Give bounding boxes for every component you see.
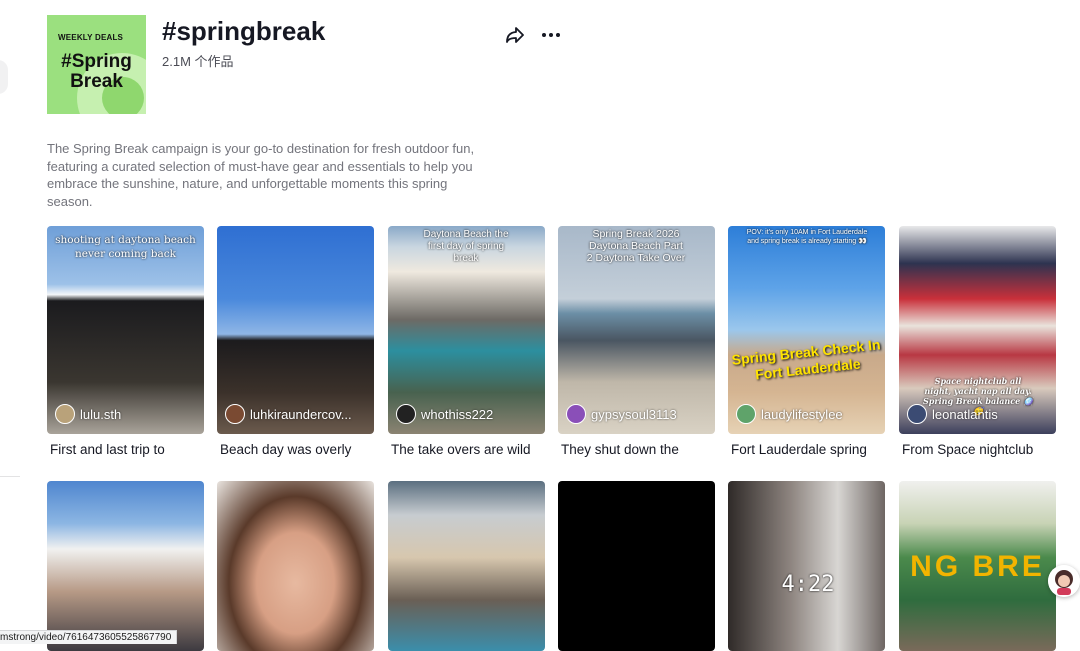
video-count: 2.1M 个作品 <box>162 54 234 69</box>
hashtag-description: The Spring Break campaign is your go-to … <box>47 141 475 209</box>
author-avatar <box>225 404 245 424</box>
video-overlay-text: Spring Break 2026 Daytona Beach Part 2 D… <box>586 228 686 264</box>
user-avatar-button[interactable] <box>1048 565 1080 597</box>
hashtag-cover-image: WEEKLY DEALS #Spring Break <box>47 15 146 114</box>
video-thumbnail[interactable]: POV: it's only 10AM in Fort Lauderdale a… <box>728 226 885 434</box>
video-thumbnail[interactable] <box>217 481 374 651</box>
video-thumbnail[interactable] <box>388 481 545 651</box>
author-handle: laudylifestylee <box>761 406 843 422</box>
author-avatar <box>907 404 927 424</box>
video-caption[interactable]: Beach day was overly <box>220 442 351 457</box>
cover-line2: Break <box>70 71 123 92</box>
video-thumbnail[interactable] <box>47 481 204 651</box>
video-author[interactable]: leonatlantis <box>907 404 998 424</box>
share-icon[interactable] <box>504 24 526 46</box>
video-thumbnail[interactable]: Daytona Beach the first day of spring br… <box>388 226 545 434</box>
video-overlay-text: POV: it's only 10AM in Fort Lauderdale a… <box>746 229 868 245</box>
video-caption[interactable]: They shut down the <box>561 442 679 457</box>
video-caption[interactable]: The take overs are wild <box>391 442 531 457</box>
status-url: mstrong/video/7616473605525867790 <box>0 630 178 644</box>
video-overlay-text: shooting at daytona beach never coming b… <box>55 234 196 260</box>
author-avatar <box>396 404 416 424</box>
video-author[interactable]: whothiss222 <box>396 404 493 424</box>
video-overlay-text: Daytona Beach the first day of spring br… <box>423 229 509 264</box>
author-avatar <box>55 404 75 424</box>
video-author[interactable]: lulu.sth <box>55 404 121 424</box>
video-caption[interactable]: First and last trip to <box>50 442 165 457</box>
video-thumbnail[interactable]: Space nightclub all night, yacht nap all… <box>899 226 1056 434</box>
cover-line1: #Spring <box>61 51 132 72</box>
video-overlay-text: NG BRE <box>910 550 1045 583</box>
video-thumbnail[interactable]: Spring Break 2026 Daytona Beach Part 2 D… <box>558 226 715 434</box>
video-author[interactable]: laudylifestylee <box>736 404 843 424</box>
video-thumbnail[interactable]: luhkiraundercov... <box>217 226 374 434</box>
video-overlay-headline: Spring Break Check In Fort Lauderdale <box>730 336 882 383</box>
video-caption[interactable]: Fort Lauderdale spring <box>731 442 867 457</box>
author-handle: luhkiraundercov... <box>250 406 352 422</box>
cover-tag: WEEKLY DEALS <box>58 33 124 42</box>
video-author[interactable]: luhkiraundercov... <box>225 404 352 424</box>
author-handle: leonatlantis <box>932 406 998 422</box>
video-author[interactable]: gypsysoul3113 <box>566 404 677 424</box>
author-handle: lulu.sth <box>80 406 122 422</box>
video-thumbnail[interactable]: 4:22 <box>728 481 885 651</box>
side-panel-toggle[interactable] <box>0 60 8 94</box>
video-caption[interactable]: From Space nightclub <box>902 442 1033 457</box>
divider <box>0 476 20 477</box>
author-handle: whothiss222 <box>421 406 494 422</box>
video-thumbnail[interactable]: shooting at daytona beach never coming b… <box>47 226 204 434</box>
author-handle: gypsysoul3113 <box>591 406 677 422</box>
video-thumbnail[interactable] <box>558 481 715 651</box>
author-avatar <box>736 404 756 424</box>
page-title: #springbreak <box>162 16 326 46</box>
author-avatar <box>566 404 586 424</box>
more-icon[interactable] <box>540 24 562 46</box>
video-overlay-text: 4:22 <box>781 572 835 597</box>
video-thumbnail[interactable]: NG BRE <box>899 481 1056 651</box>
